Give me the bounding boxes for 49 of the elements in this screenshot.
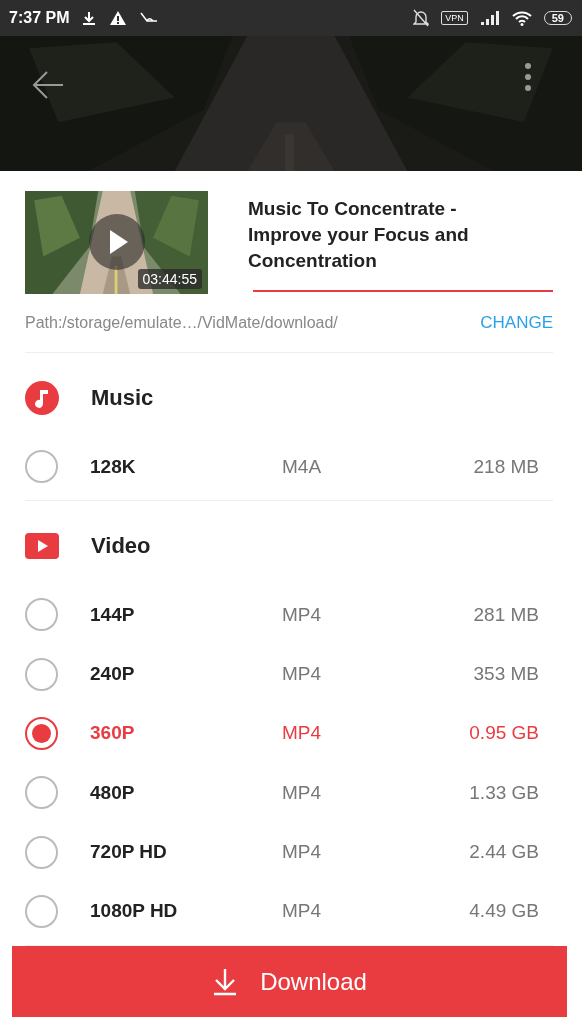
format-label: MP4 bbox=[282, 900, 323, 923]
format-label: M4A bbox=[282, 455, 323, 478]
download-path: Path:/storage/emulate…/VidMate/download/ bbox=[25, 314, 338, 333]
format-label: MP4 bbox=[282, 781, 323, 804]
format-label: MP4 bbox=[282, 722, 323, 745]
section-title: Video bbox=[91, 533, 151, 560]
size-label: 0.95 GB bbox=[469, 722, 540, 745]
format-label: MP4 bbox=[282, 603, 323, 626]
size-label: 281 MB bbox=[473, 603, 540, 626]
radio-button[interactable] bbox=[25, 657, 58, 691]
radio-button[interactable] bbox=[25, 450, 58, 484]
music-note-icon bbox=[25, 380, 59, 415]
quality-label: 240P bbox=[90, 663, 136, 686]
size-label: 2.44 GB bbox=[469, 841, 540, 864]
radio-button[interactable] bbox=[25, 835, 58, 869]
more-icon[interactable] bbox=[524, 62, 532, 93]
signal-icon bbox=[479, 11, 500, 25]
size-label: 218 MB bbox=[473, 455, 540, 478]
video-play-icon bbox=[25, 533, 59, 560]
download-icon bbox=[212, 967, 239, 996]
quality-label: 720P HD bbox=[90, 841, 168, 864]
quality-label: 144P bbox=[90, 603, 136, 626]
radio-button[interactable] bbox=[25, 894, 58, 928]
video-title: Music To Concentrate - Improve your Focus and Concentration bbox=[248, 197, 470, 274]
download-icon bbox=[81, 10, 98, 26]
quality-label: 360P bbox=[90, 722, 136, 745]
play-icon[interactable] bbox=[89, 214, 145, 271]
size-label: 1.33 GB bbox=[469, 781, 540, 804]
format-label: MP4 bbox=[282, 841, 323, 864]
radio-button[interactable] bbox=[25, 716, 58, 750]
size-label: 353 MB bbox=[473, 663, 540, 686]
download-button[interactable]: Download bbox=[12, 946, 567, 1017]
video-duration: 03:44:55 bbox=[137, 269, 202, 290]
quality-label: 128K bbox=[90, 455, 137, 478]
muted-bell-icon bbox=[413, 9, 430, 27]
status-time: 7:37 PM bbox=[9, 9, 70, 27]
wifi-icon bbox=[511, 10, 532, 26]
back-icon[interactable] bbox=[31, 70, 65, 101]
section-title: Music bbox=[91, 384, 154, 411]
radio-button[interactable] bbox=[25, 776, 58, 810]
size-label: 4.49 GB bbox=[469, 900, 540, 923]
format-label: MP4 bbox=[282, 663, 323, 686]
quality-label: 1080P HD bbox=[90, 900, 179, 923]
vpn-indicator: VPN bbox=[441, 11, 468, 25]
notification-icon bbox=[139, 11, 160, 25]
quality-label: 480P bbox=[90, 781, 136, 804]
radio-button[interactable] bbox=[25, 598, 58, 632]
warning-icon bbox=[109, 10, 128, 26]
change-link[interactable]: CHANGE bbox=[480, 313, 553, 334]
